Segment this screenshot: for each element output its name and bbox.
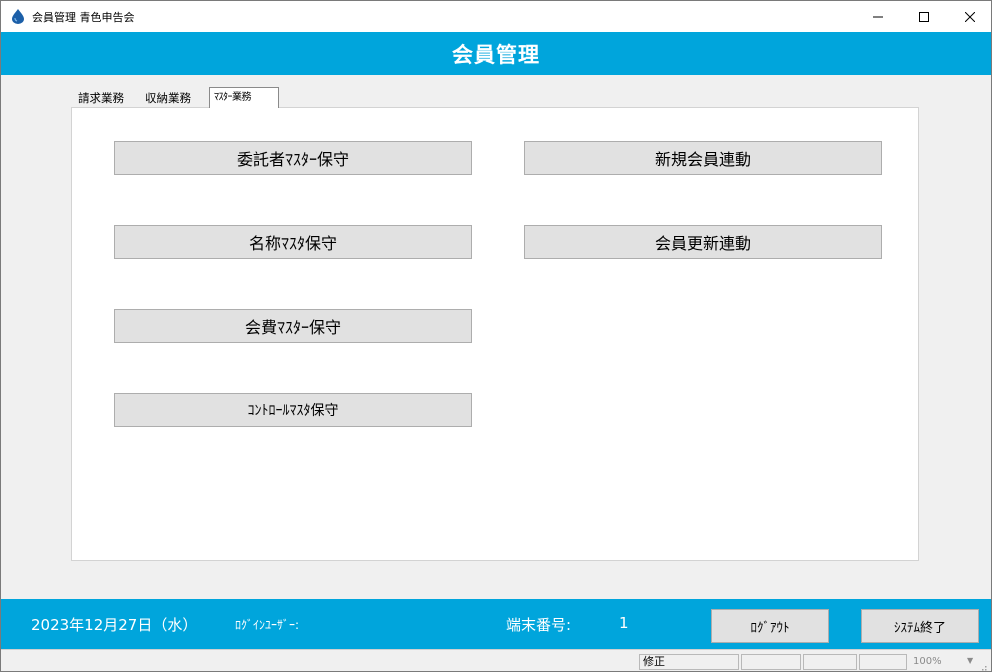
resize-grip-icon[interactable] — [977, 659, 987, 671]
zoom-level[interactable]: 100% — [913, 656, 942, 667]
footer-bar: 2023年12月27日（水） ﾛｸﾞｲﾝﾕｰｻﾞｰ: 端末番号: 1 ﾛｸﾞｱｳ… — [1, 599, 991, 649]
logout-button[interactable]: ﾛｸﾞｱｳﾄ — [711, 609, 829, 643]
status-cell — [803, 654, 857, 670]
status-cell — [859, 654, 907, 670]
control-master-button[interactable]: ｺﾝﾄﾛｰﾙﾏｽﾀ保守 — [114, 393, 472, 427]
chevron-down-icon[interactable]: ▼ — [967, 656, 973, 665]
current-date: 2023年12月27日（水） — [31, 616, 198, 634]
member-update-link-button[interactable]: 会員更新連動 — [524, 225, 882, 259]
maximize-button[interactable] — [901, 1, 947, 32]
window-title: 会員管理 青色申告会 — [32, 11, 135, 24]
login-user-label: ﾛｸﾞｲﾝﾕｰｻﾞｰ: — [235, 618, 300, 632]
tab-master[interactable]: ﾏｽﾀｰ業務 — [209, 87, 279, 108]
drop-icon — [10, 8, 26, 24]
minimize-icon — [873, 16, 883, 17]
consignor-master-button[interactable]: 委託者ﾏｽﾀｰ保守 — [114, 141, 472, 175]
terminal-number-label: 端末番号: — [506, 616, 572, 634]
system-exit-button[interactable]: ｼｽﾃﾑ終了 — [861, 609, 979, 643]
tab-billing[interactable]: 請求業務 — [74, 89, 140, 107]
status-bar: 修正 100% ▼ — [1, 649, 991, 671]
status-cell — [741, 654, 801, 670]
tab-collection[interactable]: 収納業務 — [141, 89, 207, 107]
new-member-link-button[interactable]: 新規会員連動 — [524, 141, 882, 175]
status-mode: 修正 — [639, 654, 739, 670]
page-title: 会員管理 — [452, 42, 540, 67]
close-button[interactable] — [947, 1, 991, 32]
app-header: 会員管理 — [1, 32, 991, 75]
terminal-number-value: 1 — [619, 614, 629, 632]
app-window: 会員管理 青色申告会 会員管理 請求業務 収納業務 ﾏｽﾀｰ業務 委託者ﾏｽﾀｰ… — [0, 0, 992, 672]
name-master-button[interactable]: 名称ﾏｽﾀ保守 — [114, 225, 472, 259]
title-bar[interactable]: 会員管理 青色申告会 — [1, 1, 991, 32]
maximize-icon — [919, 11, 929, 22]
minimize-button[interactable] — [855, 1, 901, 32]
close-icon — [965, 11, 975, 22]
fee-master-button[interactable]: 会費ﾏｽﾀｰ保守 — [114, 309, 472, 343]
